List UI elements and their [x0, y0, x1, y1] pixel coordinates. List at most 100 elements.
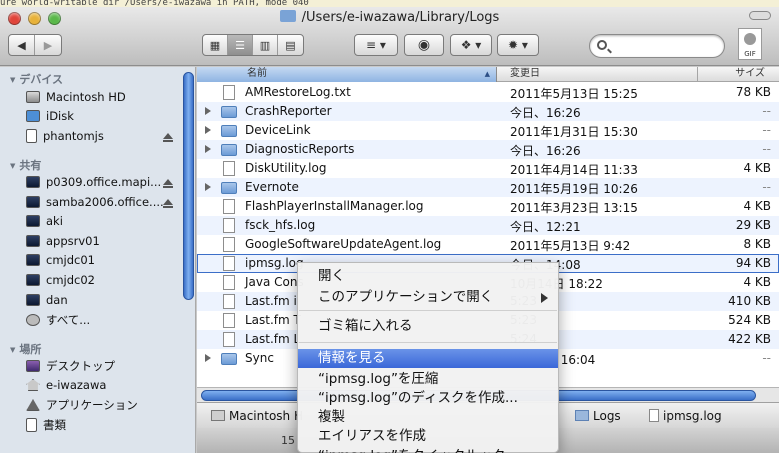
chevron-right-icon[interactable]: ▶	[35, 35, 61, 55]
column-header: 名前 変更日 サイズ	[197, 67, 779, 82]
applications-icon	[26, 399, 40, 411]
quick-look-button[interactable]: ◉	[404, 34, 444, 56]
gif-file-icon[interactable]: GIF	[738, 28, 762, 60]
column-header-date[interactable]: 変更日	[498, 67, 698, 82]
toolbar-toggle-button[interactable]	[749, 11, 771, 20]
sidebar-item-applications[interactable]: アプリケーション	[26, 396, 138, 414]
background-terminal-text: ure world-writable dir /Users/e-iwazawa …	[0, 0, 779, 7]
sidebar-item-idisk[interactable]: iDisk	[26, 107, 74, 125]
file-row[interactable]: CrashReporter 今日、16:26 --	[197, 102, 779, 121]
sidebar-scrollbar[interactable]	[183, 72, 194, 300]
arrange-button[interactable]: ≡ ▾	[354, 34, 398, 56]
menu-item-label: 複製	[318, 409, 345, 425]
file-row[interactable]: DiskUtility.log 2011年4月14日 11:33 4 KB	[197, 159, 779, 178]
eject-icon[interactable]	[163, 133, 173, 142]
sidebar-header-places[interactable]: 場所	[10, 341, 41, 357]
disclosure-triangle-icon[interactable]	[205, 145, 211, 153]
disclosure-triangle-icon[interactable]	[205, 107, 211, 115]
sidebar-item-home[interactable]: e-iwazawa	[26, 376, 106, 394]
context-menu-item[interactable]: 開く	[298, 267, 558, 286]
file-name: Last.fm L	[245, 332, 301, 346]
column-header-name[interactable]: 名前	[197, 67, 497, 82]
sidebar-item-aki[interactable]: aki	[26, 212, 63, 230]
sidebar-item-p0309[interactable]: p0309.office.mapi...	[26, 173, 161, 191]
idisk-icon	[26, 110, 40, 122]
context-menu-item[interactable]: エイリアスを作成	[298, 427, 558, 446]
file-row[interactable]: Evernote 2011年5月19日 10:26 --	[197, 178, 779, 197]
sidebar-header-shared[interactable]: 共有	[10, 157, 41, 173]
context-menu-item[interactable]: “ipmsg.log”をクイックルック	[298, 447, 558, 453]
document-icon	[223, 218, 235, 233]
file-row[interactable]: DiagnosticReports 今日、16:26 --	[197, 140, 779, 159]
sidebar-item-samba2006[interactable]: samba2006.office....	[26, 193, 164, 211]
folder-icon	[575, 410, 589, 421]
context-menu-item[interactable]: 複製	[298, 408, 558, 427]
file-size: 94 KB	[735, 256, 771, 270]
context-menu-item[interactable]: ゴミ箱に入れる	[298, 317, 558, 336]
file-size: 4 KB	[743, 199, 771, 213]
disclosure-triangle-icon[interactable]	[205, 126, 211, 134]
document-icon	[223, 275, 235, 290]
column-header-size[interactable]: サイズ	[699, 67, 779, 81]
file-size: 4 KB	[743, 275, 771, 289]
file-date: 今日、12:21	[510, 220, 581, 234]
path-item-label: Macintosh H	[229, 409, 303, 423]
context-menu-item[interactable]: “ipmsg.log”を圧縮	[298, 370, 558, 389]
eject-icon[interactable]	[163, 199, 173, 208]
sidebar-item-label: appsrv01	[46, 234, 100, 248]
folder-icon	[221, 182, 237, 194]
eject-icon[interactable]	[163, 179, 173, 188]
document-icon	[26, 129, 37, 143]
sidebar: デバイス Macintosh HD iDisk phantomjs 共有 p03…	[0, 67, 196, 453]
sidebar-item-cmjdc02[interactable]: cmjdc02	[26, 271, 95, 289]
dropbox-button[interactable]: ❖ ▾	[450, 34, 492, 56]
document-icon	[223, 237, 235, 252]
window-title-text: /Users/e-iwazawa/Library/Logs	[301, 10, 500, 25]
computer-icon	[26, 215, 40, 227]
sidebar-item-macintosh-hd[interactable]: Macintosh HD	[26, 88, 126, 106]
sidebar-item-cmjdc01[interactable]: cmjdc01	[26, 251, 95, 269]
cover-flow-view-icon[interactable]: ▤	[278, 35, 303, 55]
search-icon	[597, 40, 607, 50]
path-item-disk[interactable]: Macintosh H	[211, 409, 303, 423]
sidebar-item-all[interactable]: すべて...	[26, 311, 90, 329]
file-row[interactable]: GoogleSoftwareUpdateAgent.log 2011年5月13日 …	[197, 235, 779, 254]
context-menu-item[interactable]: 情報を見る	[298, 349, 558, 368]
sidebar-item-label: e-iwazawa	[46, 378, 107, 392]
action-button[interactable]: ✹ ▾	[497, 34, 539, 56]
file-size: 29 KB	[735, 218, 771, 232]
context-menu-item[interactable]: このアプリケーションで開く	[298, 288, 558, 307]
context-menu-item[interactable]: “ipmsg.log”のディスクを作成...	[298, 389, 558, 408]
file-row[interactable]: DeviceLink 2011年1月31日 15:30 --	[197, 121, 779, 140]
computer-icon	[26, 196, 40, 208]
sidebar-header-devices[interactable]: デバイス	[10, 71, 63, 87]
file-size: 410 KB	[728, 294, 771, 308]
file-row[interactable]: AMRestoreLog.txt 2011年5月13日 15:25 78 KB	[197, 83, 779, 102]
path-item-logs[interactable]: Logs	[575, 409, 621, 423]
path-item-file[interactable]: ipmsg.log	[649, 409, 722, 423]
file-row[interactable]: FlashPlayerInstallManager.log 2011年3月23日 …	[197, 197, 779, 216]
list-view-icon[interactable]: ☰	[228, 35, 253, 55]
icon-view-icon[interactable]: ▦	[203, 35, 228, 55]
sidebar-item-phantomjs[interactable]: phantomjs	[26, 127, 104, 145]
sidebar-item-appsrv01[interactable]: appsrv01	[26, 232, 100, 250]
sidebar-item-label: aki	[46, 214, 63, 228]
desktop-icon	[26, 360, 40, 372]
sidebar-item-dan[interactable]: dan	[26, 291, 68, 309]
file-name: Evernote	[245, 180, 299, 194]
disclosure-triangle-icon[interactable]	[205, 354, 211, 362]
chevron-left-icon[interactable]: ◀	[9, 35, 35, 55]
home-icon	[26, 379, 40, 391]
file-name: GoogleSoftwareUpdateAgent.log	[245, 237, 442, 251]
documents-icon	[26, 418, 37, 432]
gif-label: GIF	[744, 50, 756, 58]
disclosure-triangle-icon[interactable]	[205, 183, 211, 191]
sidebar-item-documents[interactable]: 書類	[26, 416, 66, 434]
file-size: --	[762, 142, 771, 156]
search-field[interactable]	[589, 34, 725, 58]
file-row[interactable]: fsck_hfs.log 今日、12:21 29 KB	[197, 216, 779, 235]
file-date: 2011年5月13日 9:42	[510, 239, 631, 253]
file-name: Java Cons	[245, 275, 304, 289]
column-view-icon[interactable]: ▥	[253, 35, 278, 55]
sidebar-item-desktop[interactable]: デスクトップ	[26, 357, 115, 375]
